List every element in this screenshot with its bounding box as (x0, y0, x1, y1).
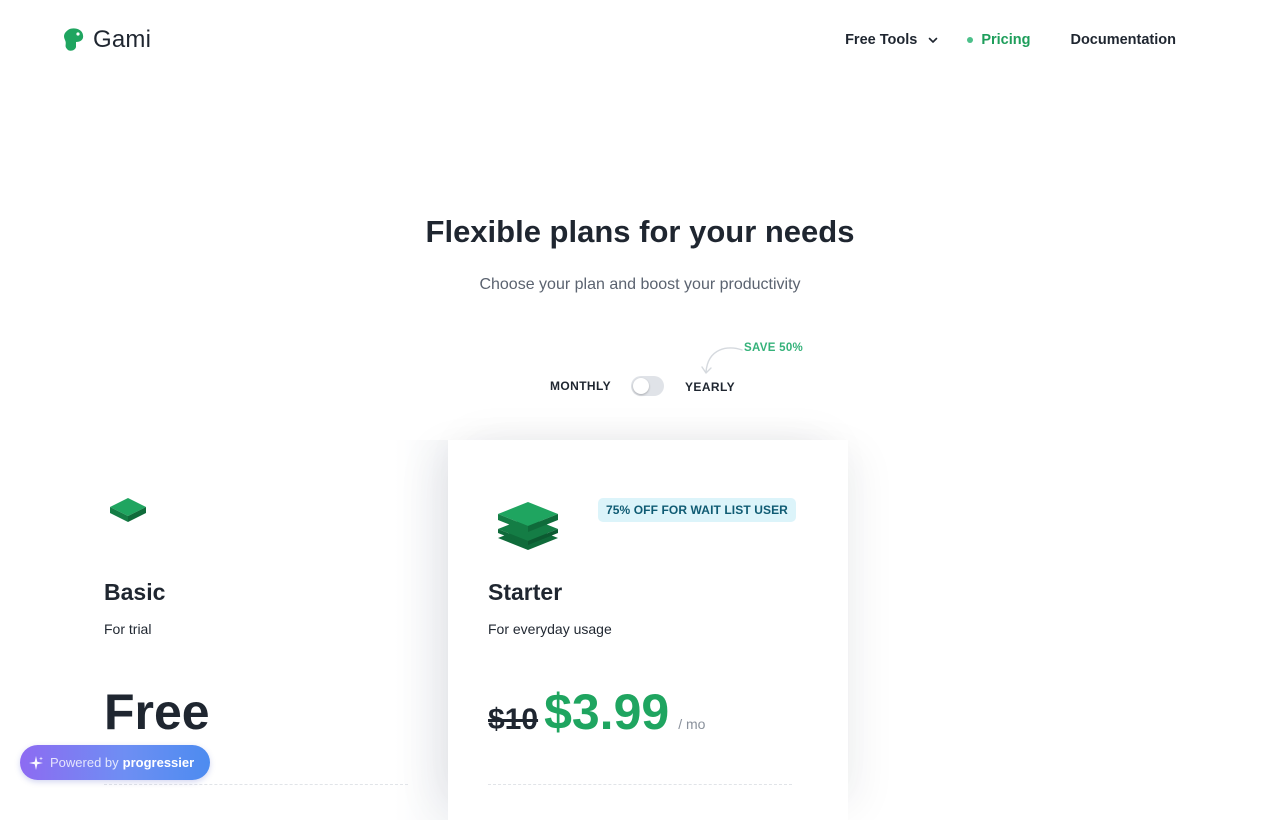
sparkle-icon (29, 755, 43, 770)
plan-price-row: $10 $3.99 / mo (488, 684, 705, 740)
nav-pricing[interactable]: Pricing (967, 30, 1030, 50)
site-header: Gami Free Tools Pricing Documentation (0, 0, 1280, 80)
card-divider (104, 784, 408, 785)
plan-description: For everyday usage (488, 621, 612, 637)
powered-by-brand: progressier (122, 755, 195, 770)
curved-arrow-icon (701, 347, 743, 374)
plan-single-layer-icon (110, 498, 146, 522)
old-price: $10 (488, 703, 539, 736)
main-nav: Free Tools Pricing Documentation (845, 30, 1176, 50)
gami-logo-icon (64, 28, 84, 51)
powered-by-prefix: Powered by (50, 755, 119, 770)
plan-name: Starter (488, 579, 563, 605)
nav-pricing-label: Pricing (981, 32, 1031, 48)
active-dot-icon (967, 37, 974, 43)
nav-documentation[interactable]: Documentation (1070, 30, 1176, 50)
billing-toggle-knob (633, 378, 650, 394)
billing-toggle[interactable] (631, 376, 665, 396)
plan-name: Basic (104, 579, 166, 605)
logo-text: Gami (93, 26, 152, 53)
billing-monthly-label[interactable]: MONTHLY (550, 379, 611, 393)
plan-description: For trial (104, 621, 152, 637)
save-percent-label: SAVE 50% (744, 342, 804, 354)
card-divider (488, 784, 792, 785)
nav-free-tools[interactable]: Free Tools (845, 30, 939, 50)
page-title: Flexible plans for your needs (425, 214, 855, 249)
plan-price: Free (104, 684, 210, 740)
nav-free-tools-label: Free Tools (845, 32, 918, 48)
logo-link[interactable]: Gami (63, 27, 151, 53)
powered-by-badge[interactable]: Powered by progressier (20, 745, 210, 780)
nav-documentation-label: Documentation (1070, 32, 1176, 48)
plan-stack-icon (498, 502, 558, 550)
billing-yearly-label[interactable]: YEARLY (685, 380, 735, 394)
chevron-down-icon (929, 37, 938, 43)
plan-price: $3.99 (544, 684, 670, 740)
price-unit: / mo (678, 716, 706, 732)
discount-badge: 75% OFF FOR WAIT LIST USER (598, 498, 796, 522)
plan-card-starter: 75% OFF FOR WAIT LIST USER Starter For e… (448, 440, 848, 820)
page-subtitle: Choose your plan and boost your producti… (479, 276, 801, 293)
